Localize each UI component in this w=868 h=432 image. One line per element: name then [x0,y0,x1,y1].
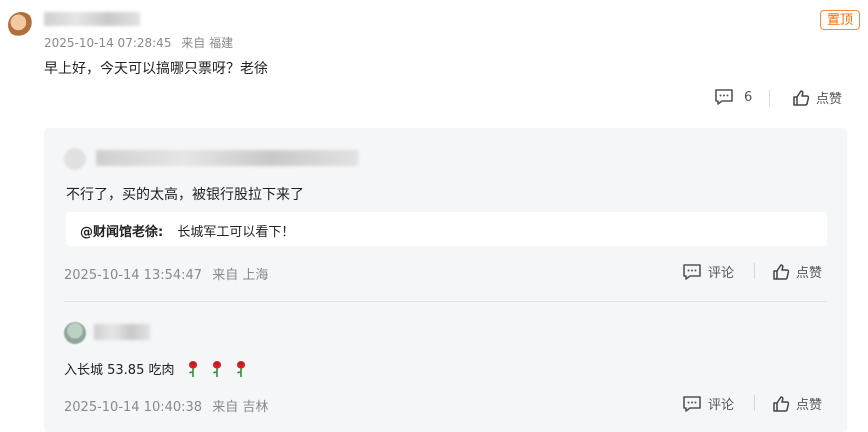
comment-label: 评论 [708,398,735,413]
reply-text: 不行了，买的太高，被银行股拉下来了 [66,187,304,203]
comment-text: 早上好，今天可以搞哪只票呀？老徐 [44,61,268,77]
rose-emoji [211,360,223,378]
quoted-username[interactable]: @财闻馆老徐: [80,225,163,240]
comment-count-button[interactable]: 6 [714,88,752,106]
reply-time: 2025-10-14 13:54:47 [64,268,203,283]
comment-time: 2025-10-14 07:28:45 [44,36,172,50]
comment-location: 来自 福建 [181,36,234,50]
comment-icon [682,263,702,281]
like-button[interactable]: 点赞 [792,88,842,107]
reply-meta: 2025-10-14 13:54:47 来自 上海 [64,264,268,283]
reply-like-button[interactable]: 点赞 [772,262,822,281]
like-label: 点赞 [816,92,843,107]
comment-icon [682,395,702,413]
thumbs-up-icon [792,89,810,107]
avatar[interactable] [8,12,34,38]
reply-location: 来自 上海 [212,268,269,283]
comment-icon [714,88,734,106]
reply-location: 来自 吉林 [212,400,269,415]
thumbs-up-icon [772,263,790,281]
thumbs-up-icon [772,395,790,413]
quoted-content: 长城军工可以看下！ [177,225,295,240]
reply-divider [64,301,827,302]
comment-meta: 2025-10-14 07:28:45 来自 福建 [44,34,233,51]
reply-avatar[interactable] [64,148,86,170]
rose-emoji [187,360,199,378]
reply-text-row: 入长城 53.85 吃肉 [64,359,247,378]
reply-meta: 2025-10-14 10:40:38 来自 吉林 [64,396,268,415]
action-divider [754,263,755,279]
quoted-text: @财闻馆老徐: 长城军工可以看下！ [80,221,294,240]
reply-time: 2025-10-14 10:40:38 [64,400,203,415]
comment-count: 6 [744,89,753,105]
action-divider [754,395,755,411]
reply-comment-button[interactable]: 评论 [682,394,734,413]
action-divider [769,90,770,106]
reply-text: 入长城 53.85 吃肉 [64,363,175,378]
reply-avatar[interactable] [64,322,86,344]
like-label: 点赞 [796,398,823,413]
username-blurred[interactable] [44,12,140,26]
reply-username-blurred[interactable] [94,324,150,340]
like-label: 点赞 [796,266,823,281]
rose-emoji [235,360,247,378]
reply-like-button[interactable]: 点赞 [772,394,822,413]
pinned-badge: 置顶 [820,10,860,30]
reply-username-blurred[interactable] [96,150,358,166]
comment-label: 评论 [708,266,735,281]
reply-comment-button[interactable]: 评论 [682,262,734,281]
